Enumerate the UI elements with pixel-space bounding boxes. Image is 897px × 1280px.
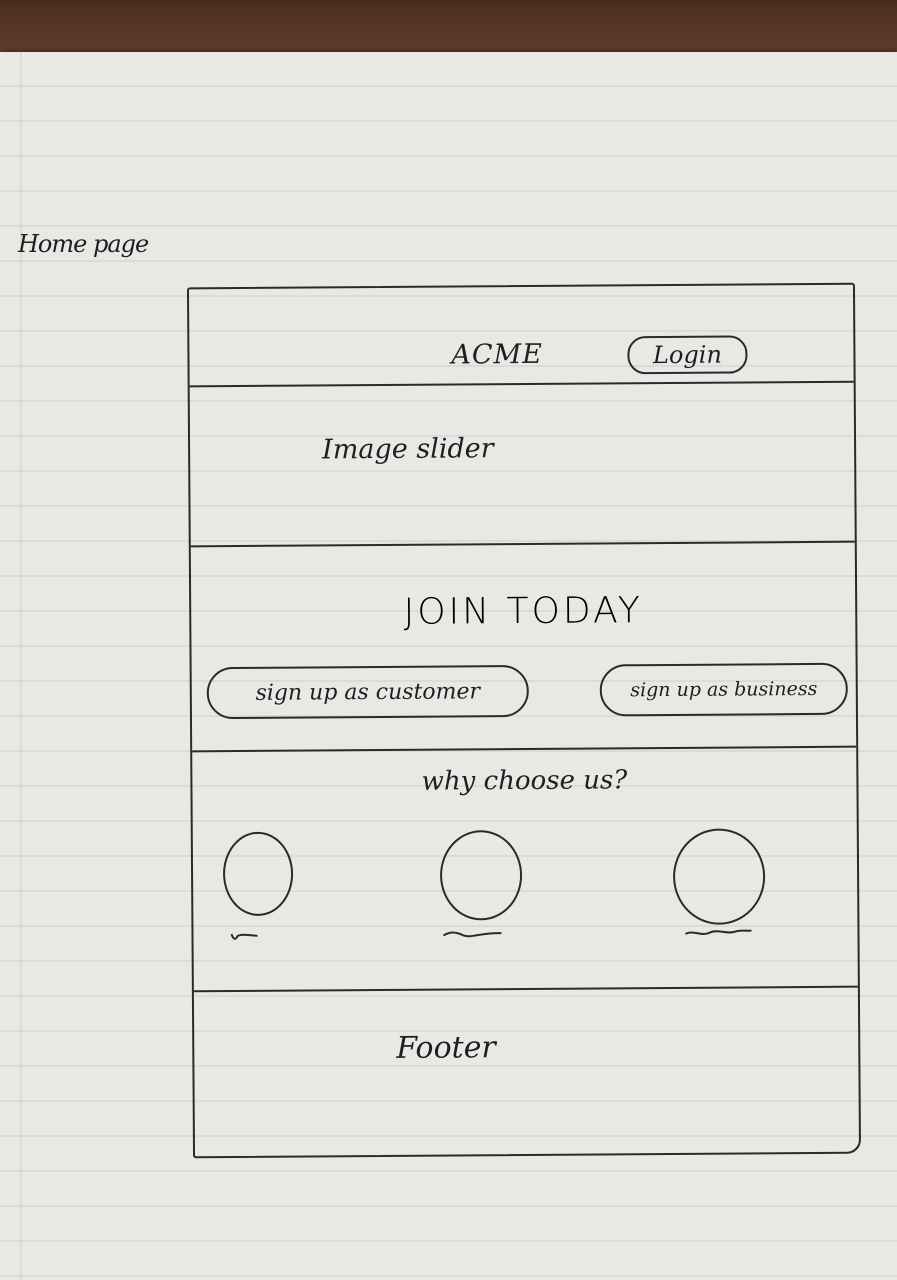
footer-section: Footer [194, 986, 859, 1157]
login-button[interactable]: Login [627, 335, 748, 375]
brand-logo: ACME [451, 338, 544, 371]
header-section: ACME Login [188, 284, 854, 388]
feature-3-circle-placeholder-icon [672, 828, 766, 925]
page-label: Home page [18, 230, 149, 258]
why-choose-us-section: why choose us? [192, 745, 858, 993]
login-button-label: Login [652, 340, 722, 370]
feature-1-text-placeholder [230, 933, 258, 940]
feature-3-text-placeholder [685, 929, 752, 936]
join-section: JOIN TODAY sign up as customer sign up a… [190, 540, 857, 753]
feature-2-text-placeholder [442, 931, 502, 938]
image-slider-label: Image slider [321, 433, 494, 466]
bleed-through-writing [610, 107, 653, 147]
signup-customer-label: sign up as customer [255, 678, 481, 706]
join-title: JOIN TODAY [403, 590, 643, 633]
signup-business-button[interactable]: sign up as business [599, 662, 848, 717]
signup-business-label: sign up as business [630, 677, 818, 702]
feature-1-circle-placeholder-icon [222, 831, 294, 917]
why-choose-us-title: why choose us? [421, 765, 628, 797]
feature-2-circle-placeholder-icon [439, 830, 523, 921]
footer-label: Footer [396, 1030, 496, 1066]
image-slider-section[interactable]: Image slider [189, 380, 855, 548]
signup-customer-button[interactable]: sign up as customer [206, 664, 529, 720]
homepage-wireframe: ACME Login Image slider JOIN TODAY sign … [186, 282, 862, 1159]
